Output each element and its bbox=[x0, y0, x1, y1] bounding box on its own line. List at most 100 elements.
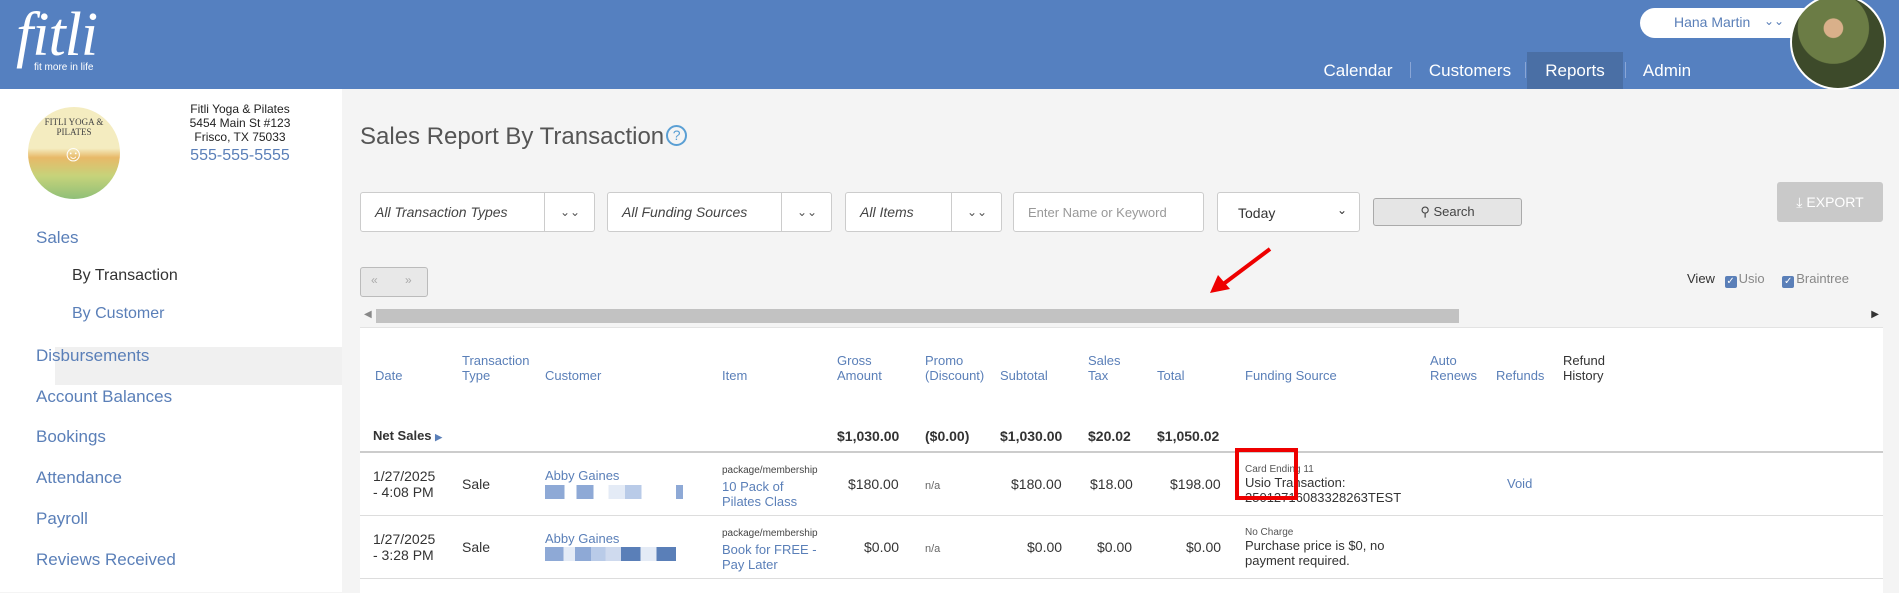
nav-admin[interactable]: Admin bbox=[1630, 52, 1704, 89]
sidebar-item-by-transaction[interactable]: By Transaction bbox=[72, 267, 178, 285]
col-promo-1: Promo bbox=[925, 353, 964, 368]
row-item-line2: Pilates Class bbox=[722, 494, 798, 509]
row-date-time: - 3:28 PM bbox=[373, 547, 434, 563]
col-funding[interactable]: Funding Source bbox=[1245, 368, 1337, 383]
view-option-braintree: Braintree bbox=[1796, 271, 1849, 286]
horizontal-scrollbar[interactable]: ◀ ▶ bbox=[360, 307, 1883, 325]
nav-calendar[interactable]: Calendar bbox=[1313, 52, 1403, 89]
sidebar-item-bookings[interactable]: Bookings bbox=[36, 427, 106, 447]
row-type: Sale bbox=[462, 476, 491, 492]
next-page-button[interactable]: » bbox=[405, 273, 412, 287]
nav-reports[interactable]: Reports bbox=[1527, 52, 1623, 89]
org-name: Fitli Yoga & Pilates bbox=[190, 102, 290, 116]
col-subtotal[interactable]: Subtotal bbox=[1000, 368, 1048, 383]
help-icon[interactable]: ? bbox=[666, 125, 688, 146]
col-history-2: History bbox=[1563, 368, 1604, 383]
net-gross: $1,030.00 bbox=[837, 428, 900, 444]
col-gross-1: Gross bbox=[837, 353, 872, 368]
export-button[interactable]: ⤓ EXPORT bbox=[1777, 182, 1883, 222]
row-customer-link[interactable]: Abby Gaines bbox=[545, 531, 619, 547]
row-date: 1/27/2025- 3:28 PM bbox=[373, 531, 435, 563]
table-header: Date Transaction Type Customer Item Gross… bbox=[360, 328, 1883, 419]
chevron-down-icon[interactable]: ⌄⌄ bbox=[781, 193, 832, 231]
scroll-right-icon[interactable]: ▶ bbox=[1871, 309, 1879, 320]
org-address: Fitli Yoga & Pilates 5454 Main St #123 F… bbox=[180, 102, 300, 144]
col-promo[interactable]: Promo (Discount) bbox=[925, 353, 984, 383]
sidebar-item-sales[interactable]: Sales bbox=[36, 228, 79, 248]
row-tax: $0.00 bbox=[1097, 539, 1133, 555]
scroll-left-icon[interactable]: ◀ bbox=[364, 309, 372, 320]
redacted-customer-info bbox=[545, 485, 683, 499]
chevron-down-icon: ⌄ bbox=[1336, 203, 1347, 217]
col-gross-2: Amount bbox=[837, 368, 882, 383]
search-label: Search bbox=[1433, 204, 1475, 219]
date-range-select[interactable]: Today ⌄ bbox=[1217, 192, 1360, 232]
export-label: EXPORT bbox=[1806, 194, 1864, 210]
funding-sources-filter[interactable]: All Funding Sources ⌄⌄ bbox=[607, 192, 832, 232]
search-button[interactable]: ⚲ Search bbox=[1373, 198, 1522, 226]
chevron-down-icon: ⌄⌄ bbox=[1764, 14, 1785, 28]
sales-table: Date Transaction Type Customer Item Gross… bbox=[360, 327, 1883, 593]
chevron-down-icon[interactable]: ⌄⌄ bbox=[951, 193, 1002, 231]
avatar[interactable] bbox=[1790, 0, 1886, 90]
row-item-link[interactable]: Book for FREE - Pay Later bbox=[722, 542, 817, 572]
row-type: Sale bbox=[462, 539, 491, 555]
col-sales-tax[interactable]: Sales Tax bbox=[1088, 353, 1121, 383]
keyword-search-input[interactable] bbox=[1013, 192, 1204, 232]
col-auto-2: Renews bbox=[1430, 368, 1477, 383]
sidebar-item-payroll[interactable]: Payroll bbox=[36, 509, 88, 529]
filter-label: All Funding Sources bbox=[622, 204, 748, 220]
chevron-down-icon[interactable]: ⌄⌄ bbox=[544, 193, 595, 231]
net-sales-label[interactable]: Net Sales ▶ bbox=[373, 428, 442, 445]
checkbox-usio[interactable]: ✓ bbox=[1724, 276, 1737, 288]
nav-customers[interactable]: Customers bbox=[1420, 52, 1520, 89]
view-options: View ✓ Usio ✓ Braintree bbox=[1687, 271, 1849, 288]
page-title: Sales Report By Transaction? bbox=[360, 123, 688, 151]
main-content: Sales Report By Transaction? All Transac… bbox=[342, 89, 1899, 593]
search-icon: ⚲ bbox=[1420, 204, 1430, 219]
row-tax: $18.00 bbox=[1090, 476, 1133, 492]
meditation-icon: ☺ bbox=[62, 141, 85, 166]
date-range-value: Today bbox=[1238, 205, 1276, 221]
net-promo: ($0.00) bbox=[925, 428, 970, 444]
logo-word: fitli bbox=[16, 1, 98, 69]
col-date[interactable]: Date bbox=[375, 368, 402, 383]
sidebar: FITLI YOGA & PILATES ☺ Fitli Yoga & Pila… bbox=[0, 89, 342, 592]
nav-divider bbox=[1525, 62, 1526, 78]
row-item-line1: Book for FREE - bbox=[722, 542, 817, 557]
org-phone[interactable]: 555-555-5555 bbox=[180, 147, 300, 165]
sidebar-item-reviews-received[interactable]: Reviews Received bbox=[36, 550, 176, 570]
row-item-link[interactable]: 10 Pack of Pilates Class bbox=[722, 479, 797, 509]
sidebar-item-account-balances[interactable]: Account Balances bbox=[36, 387, 172, 407]
col-item[interactable]: Item bbox=[722, 368, 747, 383]
prev-page-button[interactable]: « bbox=[371, 273, 378, 287]
org-city: Frisco, TX 75033 bbox=[194, 130, 286, 144]
col-tax-2: Tax bbox=[1088, 368, 1109, 383]
sidebar-item-by-customer[interactable]: By Customer bbox=[72, 305, 164, 323]
logo-tagline: fit more in life bbox=[34, 62, 94, 73]
row-subtotal: $0.00 bbox=[1027, 539, 1063, 555]
col-promo-2: (Discount) bbox=[925, 368, 985, 383]
sidebar-item-disbursements[interactable]: Disbursements bbox=[36, 346, 149, 366]
col-customer[interactable]: Customer bbox=[545, 368, 601, 383]
sidebar-item-attendance[interactable]: Attendance bbox=[36, 468, 122, 488]
org-street: 5454 Main St #123 bbox=[189, 116, 291, 130]
col-auto-renews[interactable]: Auto Renews bbox=[1430, 353, 1477, 383]
row-gross: $180.00 bbox=[848, 476, 899, 492]
fitli-logo[interactable]: fitli fit more in life bbox=[16, 1, 98, 73]
net-sales-row: Net Sales ▶ $1,030.00 ($0.00) $1,030.00 … bbox=[360, 418, 1883, 454]
col-refunds[interactable]: Refunds bbox=[1496, 368, 1544, 383]
col-gross[interactable]: Gross Amount bbox=[837, 353, 882, 383]
items-filter[interactable]: All Items ⌄⌄ bbox=[845, 192, 1002, 232]
row-subtotal: $180.00 bbox=[1011, 476, 1062, 492]
row-customer-link[interactable]: Abby Gaines bbox=[545, 468, 619, 484]
col-auto-1: Auto bbox=[1430, 353, 1457, 368]
col-total[interactable]: Total bbox=[1157, 368, 1184, 383]
scrollbar-thumb[interactable] bbox=[376, 309, 1459, 323]
transaction-types-filter[interactable]: All Transaction Types ⌄⌄ bbox=[360, 192, 595, 232]
checkbox-braintree[interactable]: ✓ bbox=[1782, 276, 1795, 288]
top-navbar: fitli fit more in life Hana Martin ⌄⌄ Ca… bbox=[0, 0, 1899, 90]
row-promo: n/a bbox=[925, 543, 941, 555]
col-type[interactable]: Transaction Type bbox=[462, 353, 529, 383]
void-link[interactable]: Void bbox=[1507, 476, 1532, 492]
